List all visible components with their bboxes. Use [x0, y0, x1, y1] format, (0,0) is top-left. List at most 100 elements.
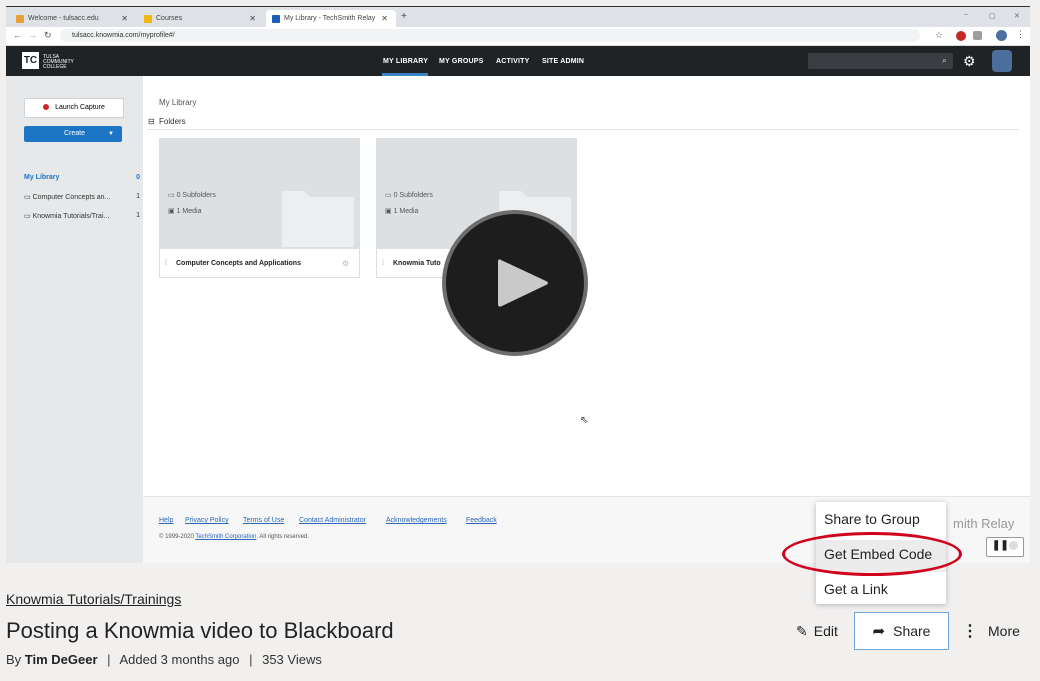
- url-text: tulsacc.knowmia.com/myprofile#/: [72, 32, 175, 39]
- footer-link-feedback[interactable]: Feedback: [466, 517, 497, 524]
- avatar[interactable]: [992, 50, 1012, 72]
- chevron-down-icon[interactable]: ▼: [108, 126, 114, 142]
- play-icon: [498, 259, 548, 307]
- bookmark-star-icon[interactable]: ☆: [935, 30, 943, 41]
- drag-handle-icon[interactable]: ⁞: [382, 260, 384, 267]
- video-byline: By Tim DeGeer | Added 3 months ago | 353…: [6, 652, 322, 667]
- gear-icon[interactable]: ⚙: [963, 53, 976, 70]
- nav-my-library[interactable]: MY LIBRARY: [383, 58, 428, 65]
- nav-site-admin[interactable]: SITE ADMIN: [542, 58, 584, 65]
- more-label: More: [988, 623, 1020, 639]
- folder-icon: ▭: [24, 194, 31, 201]
- tab-favicon-icon: [272, 14, 280, 23]
- folder-name: Knowmia Tuto: [393, 260, 441, 267]
- more-vertical-icon: ⋮: [962, 623, 978, 640]
- webcam-icon: [1009, 541, 1018, 550]
- more-button[interactable]: ⋮ More: [962, 612, 1020, 650]
- url-field[interactable]: tulsacc.knowmia.com/myprofile#/: [60, 29, 920, 42]
- browser-tab-my-library[interactable]: My Library - TechSmith Relay ✕: [266, 10, 396, 27]
- edit-button[interactable]: ✎ Edit: [796, 612, 838, 650]
- collapse-icon[interactable]: ⊟: [148, 117, 155, 126]
- tab-label: My Library - TechSmith Relay: [284, 15, 376, 22]
- share-label: Share: [893, 623, 931, 639]
- nav-my-groups[interactable]: MY GROUPS: [439, 58, 483, 65]
- reload-icon[interactable]: ↻: [44, 30, 52, 41]
- sidebar-item-computer-concepts[interactable]: ▭ Computer Concepts an... 1: [24, 193, 140, 201]
- folders-heading: Folders: [159, 117, 186, 126]
- close-icon[interactable]: ✕: [249, 14, 256, 23]
- footer-link-help[interactable]: Help: [159, 517, 173, 524]
- subfolder-count: ▭ 0 Subfolders: [168, 192, 216, 199]
- divider: [147, 129, 1019, 130]
- nav-activity[interactable]: ACTIVITY: [496, 58, 530, 65]
- drag-handle-icon[interactable]: ⁞: [165, 260, 167, 267]
- footer-link-contact[interactable]: Contact Administrator: [299, 517, 366, 524]
- browser-tab-bar: Welcome - tulsacc.edu ✕ Courses ✕ My Lib…: [6, 7, 1030, 27]
- techsmith-relay-brand: mith Relay: [953, 516, 1015, 531]
- window-close-button[interactable]: ✕: [1014, 12, 1020, 20]
- byline-prefix: By: [6, 652, 22, 667]
- channel-link[interactable]: Knowmia Tutorials/Trainings: [6, 591, 181, 607]
- play-button[interactable]: [442, 210, 588, 356]
- folder-card[interactable]: ▭ 0 Subfolders ▣ 1 Media ⁞ Computer Conc…: [159, 138, 360, 278]
- record-icon: [43, 104, 50, 111]
- tab-favicon-icon: [16, 14, 24, 23]
- browser-address-bar: ← → ↻ tulsacc.knowmia.com/myprofile#/ ☆ …: [6, 27, 1030, 46]
- minimize-button[interactable]: −: [964, 12, 968, 19]
- extension-icon[interactable]: [956, 31, 966, 41]
- footer-link-privacy[interactable]: Privacy Policy: [185, 517, 229, 524]
- app-header: TC TULSA COMMUNITY COLLEGE MY LIBRARY MY…: [6, 46, 1030, 76]
- maximize-button[interactable]: ▢: [989, 12, 996, 20]
- create-button[interactable]: Create ▼: [24, 126, 122, 142]
- new-tab-button[interactable]: +: [401, 11, 407, 22]
- highlight-annotation-oval: [782, 532, 962, 576]
- logo-text: COLLEGE: [43, 64, 67, 70]
- sidebar-item-label: Computer Concepts an...: [32, 194, 111, 201]
- logo-mark: TC: [22, 52, 39, 69]
- gear-icon[interactable]: ⚙: [342, 259, 349, 268]
- tab-label: Courses: [156, 15, 183, 22]
- browser-tab-courses[interactable]: Courses ✕: [138, 10, 264, 27]
- forward-icon[interactable]: →: [28, 30, 37, 40]
- breadcrumb[interactable]: My Library: [159, 98, 196, 107]
- browser-menu-icon[interactable]: ⋮: [1016, 29, 1025, 40]
- back-icon[interactable]: ←: [13, 30, 22, 40]
- sidebar-item-my-library[interactable]: My Library 0: [24, 174, 140, 181]
- profile-avatar-icon[interactable]: [996, 30, 1007, 41]
- close-icon[interactable]: ✕: [121, 14, 128, 23]
- media-count: ▣ 1 Media: [168, 208, 202, 215]
- menu-item-get-a-link[interactable]: Get a Link: [824, 581, 888, 597]
- search-input[interactable]: ⌕: [808, 53, 953, 69]
- search-icon[interactable]: ⌕: [942, 55, 947, 66]
- create-label: Create: [64, 130, 86, 137]
- launch-capture-button[interactable]: Launch Capture: [24, 98, 124, 118]
- tab-label: Welcome - tulsacc.edu: [28, 15, 99, 22]
- share-arrow-icon: ➦: [872, 623, 886, 640]
- copyright-link[interactable]: TechSmith Corporation: [195, 534, 256, 540]
- player-pause-control[interactable]: ❚❚: [986, 537, 1024, 557]
- edit-label: Edit: [813, 623, 838, 639]
- footer-link-terms[interactable]: Terms of Use: [243, 517, 284, 524]
- tab-favicon-icon: [144, 14, 152, 23]
- separator: |: [107, 652, 111, 667]
- copyright: © 1999-2020 TechSmith Corporation. All r…: [159, 534, 310, 540]
- launch-capture-label: Launch Capture: [55, 104, 105, 111]
- sidebar-item-count: 1: [136, 193, 140, 200]
- close-icon[interactable]: ✕: [381, 14, 388, 23]
- pencil-icon: ✎: [796, 622, 808, 639]
- folder-icon: ▭: [24, 213, 31, 220]
- footer-link-acknowledgements[interactable]: Acknowledgements: [386, 517, 447, 524]
- view-count: 353 Views: [262, 652, 322, 667]
- sidebar-item-label: Knowmia Tutorials/Trai...: [32, 213, 110, 220]
- author-link[interactable]: Tim DeGeer: [25, 652, 98, 667]
- share-button[interactable]: ➦ Share: [854, 612, 949, 650]
- video-title: Posting a Knowmia video to Blackboard: [6, 618, 394, 643]
- sidebar-item-knowmia-tutorials[interactable]: ▭ Knowmia Tutorials/Trai... 1: [24, 212, 140, 220]
- tcc-logo[interactable]: TC TULSA COMMUNITY COLLEGE: [22, 52, 84, 70]
- pause-icon[interactable]: ❚❚: [992, 540, 1009, 551]
- media-count: ▣ 1 Media: [385, 208, 419, 215]
- menu-item-share-to-group[interactable]: Share to Group: [824, 511, 920, 527]
- subfolder-count: ▭ 0 Subfolders: [385, 192, 433, 199]
- browser-tab-welcome[interactable]: Welcome - tulsacc.edu ✕: [10, 10, 136, 27]
- extension-icon[interactable]: [973, 31, 982, 40]
